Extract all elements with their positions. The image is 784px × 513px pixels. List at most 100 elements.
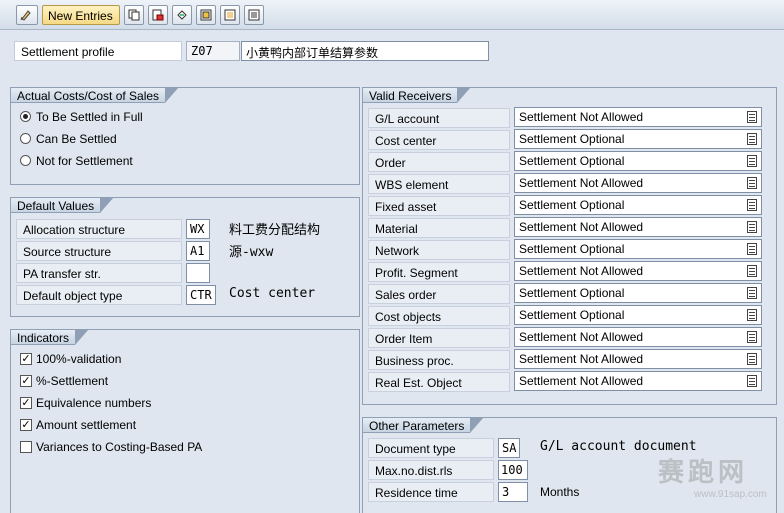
receiver-value-order: Settlement Optional — [519, 154, 625, 168]
receiver-select-wbs-element[interactable]: Settlement Not Allowed — [514, 173, 762, 193]
residence-time-field[interactable]: 3 — [498, 482, 528, 502]
dropdown-icon[interactable] — [747, 375, 757, 387]
receiver-label-order: Order — [368, 152, 510, 172]
new-entries-button[interactable]: New Entries — [42, 5, 120, 25]
select-all-icon — [200, 9, 212, 21]
receiver-label-network: Network — [368, 240, 510, 260]
document-type-label: Document type — [368, 438, 494, 458]
receiver-value-cost-objects: Settlement Optional — [519, 308, 625, 322]
receiver-select-fixed-asset[interactable]: Settlement Optional — [514, 195, 762, 215]
delete-button[interactable] — [148, 5, 168, 25]
receiver-label-cost-center: Cost center — [368, 130, 510, 150]
document-type-field[interactable]: SA — [498, 438, 520, 458]
receiver-select-profit-segment[interactable]: Settlement Not Allowed — [514, 261, 762, 281]
receiver-value-fixed-asset: Settlement Optional — [519, 198, 625, 212]
checkbox-variances-costing-pa-label: Variances to Costing-Based PA — [36, 440, 203, 454]
receiver-value-wbs-element: Settlement Not Allowed — [519, 176, 644, 190]
undo-button[interactable] — [172, 5, 192, 25]
dropdown-icon[interactable] — [747, 353, 757, 365]
checkbox-equivalence-numbers[interactable]: ✓ — [20, 397, 32, 409]
receiver-label-material: Material — [368, 218, 510, 238]
receiver-select-order[interactable]: Settlement Optional — [514, 151, 762, 171]
dropdown-icon[interactable] — [747, 221, 757, 233]
residence-time-unit: Months — [540, 485, 580, 499]
receiver-label-real-estate-object: Real Est. Object — [368, 372, 510, 392]
pa-transfer-structure-field[interactable] — [186, 263, 210, 283]
receiver-label-profit-segment: Profit. Segment — [368, 262, 510, 282]
receiver-select-gl-account[interactable]: Settlement Not Allowed — [514, 107, 762, 127]
receiver-select-material[interactable]: Settlement Not Allowed — [514, 217, 762, 237]
display-change-icon — [20, 10, 31, 21]
dropdown-icon[interactable] — [747, 265, 757, 277]
checkbox-amount-settlement[interactable]: ✓ — [20, 419, 32, 431]
max-dist-rules-label: Max.no.dist.rls — [368, 460, 494, 480]
dropdown-icon[interactable] — [747, 199, 757, 211]
select-block-button[interactable] — [220, 5, 240, 25]
dropdown-icon[interactable] — [747, 111, 757, 123]
checkbox-percent-settlement-label: %-Settlement — [36, 374, 109, 388]
pa-transfer-structure-label: PA transfer str. — [16, 263, 182, 283]
receiver-label-sales-order: Sales order — [368, 284, 510, 304]
allocation-structure-field[interactable]: WX — [186, 219, 210, 239]
display-change-button[interactable] — [16, 5, 38, 25]
receiver-label-cost-objects: Cost objects — [368, 306, 510, 326]
settlement-profile-description-field[interactable]: 小黄鸭内部订单结算参数 — [241, 41, 489, 61]
receiver-label-order-item: Order Item — [368, 328, 510, 348]
undo-icon — [177, 10, 187, 20]
default-object-type-label: Default object type — [16, 285, 182, 305]
allocation-structure-label: Allocation structure — [16, 219, 182, 239]
settlement-profile-label: Settlement profile — [14, 41, 182, 61]
default-object-type-text: Cost center — [229, 286, 316, 301]
radio-can-be-settled[interactable] — [20, 133, 31, 144]
radio-settled-in-full-label: To Be Settled in Full — [36, 110, 143, 124]
checkbox-percent-settlement[interactable]: ✓ — [20, 375, 32, 387]
receiver-select-real-estate-object[interactable]: Settlement Not Allowed — [514, 371, 762, 391]
receiver-select-cost-objects[interactable]: Settlement Optional — [514, 305, 762, 325]
source-structure-field[interactable]: A1 — [186, 241, 210, 261]
checkbox-100-validation[interactable]: ✓ — [20, 353, 32, 365]
dropdown-icon[interactable] — [747, 331, 757, 343]
default-object-type-field[interactable]: CTR — [186, 285, 216, 305]
receiver-value-network: Settlement Optional — [519, 242, 625, 256]
receiver-value-cost-center: Settlement Optional — [519, 132, 625, 146]
radio-not-for-settlement[interactable] — [20, 155, 31, 166]
copy-button[interactable] — [124, 5, 144, 25]
indicators-title: Indicators — [10, 329, 90, 345]
residence-time-label: Residence time — [368, 482, 494, 502]
receiver-label-wbs-element: WBS element — [368, 174, 510, 194]
dropdown-icon[interactable] — [747, 177, 757, 189]
document-type-text: G/L account document — [540, 439, 697, 454]
dropdown-icon[interactable] — [747, 133, 757, 145]
receiver-label-gl-account: G/L account — [368, 108, 510, 128]
receiver-select-sales-order[interactable]: Settlement Optional — [514, 283, 762, 303]
checkbox-amount-settlement-label: Amount settlement — [36, 418, 137, 432]
copy-icon — [128, 9, 140, 21]
receiver-value-business-proc: Settlement Not Allowed — [519, 352, 644, 366]
new-entries-label: New Entries — [48, 9, 113, 23]
receiver-value-sales-order: Settlement Optional — [519, 286, 625, 300]
settlement-profile-code-field[interactable]: Z07 — [186, 41, 240, 61]
max-dist-rules-field[interactable]: 100 — [498, 460, 528, 480]
select-all-button[interactable] — [196, 5, 216, 25]
receiver-label-business-proc: Business proc. — [368, 350, 510, 370]
receiver-select-order-item[interactable]: Settlement Not Allowed — [514, 327, 762, 347]
actual-costs-title: Actual Costs/Cost of Sales — [10, 87, 180, 103]
dropdown-icon[interactable] — [747, 287, 757, 299]
checkbox-100-validation-label: 100%-validation — [36, 352, 122, 366]
valid-receivers-title: Valid Receivers — [362, 87, 473, 103]
radio-not-for-settlement-label: Not for Settlement — [36, 154, 133, 168]
radio-settled-in-full[interactable] — [20, 111, 31, 122]
dropdown-icon[interactable] — [747, 309, 757, 321]
receiver-select-network[interactable]: Settlement Optional — [514, 239, 762, 259]
application-toolbar: New Entries — [0, 0, 784, 30]
deselect-all-button[interactable] — [244, 5, 264, 25]
dropdown-icon[interactable] — [747, 243, 757, 255]
deselect-all-icon — [248, 9, 260, 21]
receiver-value-real-estate-object: Settlement Not Allowed — [519, 374, 644, 388]
other-parameters-title: Other Parameters — [362, 417, 485, 433]
checkbox-variances-costing-pa[interactable] — [20, 441, 32, 453]
receiver-select-business-proc[interactable]: Settlement Not Allowed — [514, 349, 762, 369]
receiver-select-cost-center[interactable]: Settlement Optional — [514, 129, 762, 149]
dropdown-icon[interactable] — [747, 155, 757, 167]
receiver-value-material: Settlement Not Allowed — [519, 220, 644, 234]
